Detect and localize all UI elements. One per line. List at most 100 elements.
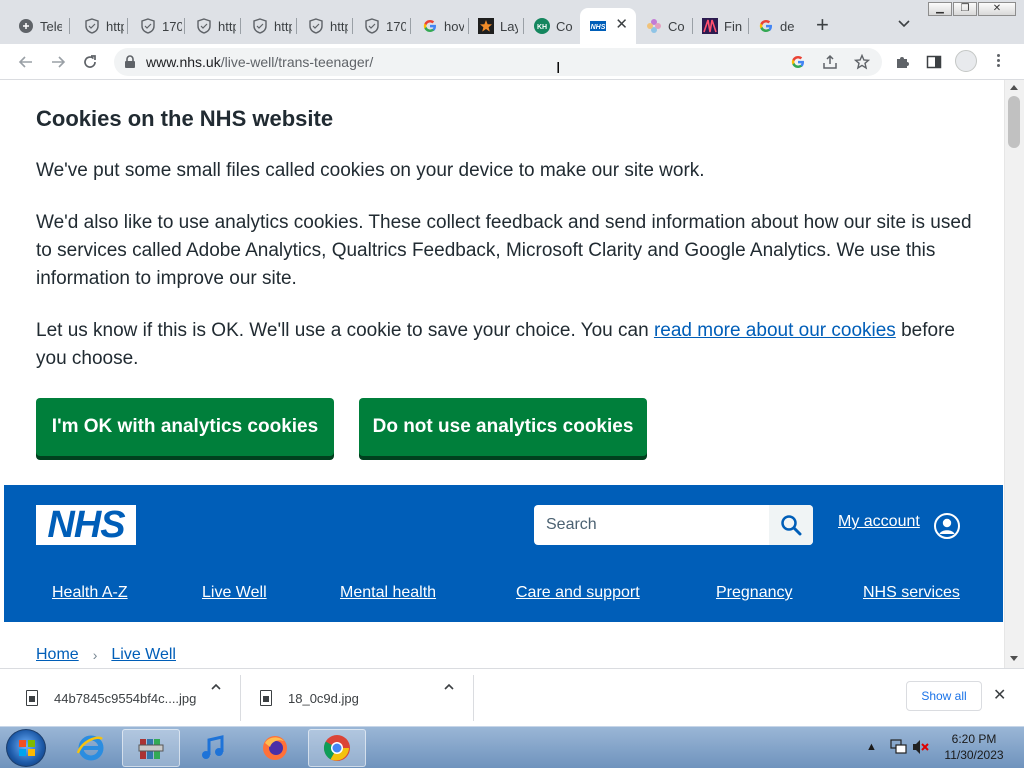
web-icon	[18, 18, 34, 34]
tab-14[interactable]: de	[748, 12, 802, 40]
tab-title: http	[330, 18, 348, 34]
start-button[interactable]	[6, 729, 46, 767]
search-button[interactable]	[769, 505, 813, 545]
download-separator	[473, 675, 474, 721]
network-icon[interactable]	[890, 739, 908, 755]
nhs-logo[interactable]: NHS	[36, 505, 136, 545]
taskbar-clock[interactable]: 6:20 PM 11/30/2023	[934, 731, 1014, 763]
tab-separator	[352, 18, 353, 34]
shield-icon	[196, 18, 212, 34]
new-tab-button[interactable]: +	[816, 14, 829, 36]
tab-title: Lay	[500, 18, 518, 34]
google-lens-icon[interactable]	[790, 54, 806, 70]
shield-icon	[252, 18, 268, 34]
tab-title: http	[274, 18, 292, 34]
internet-explorer-taskbar-button[interactable]	[62, 729, 120, 767]
archive-app-taskbar-button[interactable]	[122, 729, 180, 767]
tab-4[interactable]: http	[186, 12, 238, 40]
scroll-down-icon[interactable]	[1010, 656, 1018, 661]
tab-title: Tele	[40, 18, 62, 34]
tab-5[interactable]: http	[242, 12, 294, 40]
shield-icon	[140, 18, 156, 34]
music-app-taskbar-button[interactable]	[184, 729, 242, 767]
profile-avatar[interactable]	[955, 50, 977, 72]
tab-12[interactable]: Co	[636, 12, 690, 40]
chevron-up-icon[interactable]	[210, 681, 222, 696]
shield-icon	[364, 18, 380, 34]
side-panel-icon[interactable]	[926, 54, 942, 70]
tab-1[interactable]: Tele	[8, 12, 66, 40]
chevron-up-icon[interactable]	[443, 681, 455, 696]
tab-2[interactable]: http	[74, 12, 126, 40]
firefox-icon	[263, 736, 287, 760]
tab-title: http	[106, 18, 124, 34]
cookie-text-before: Let us know if this is OK. We'll use a c…	[36, 320, 654, 341]
image-file-icon	[260, 690, 272, 706]
tab-separator	[69, 18, 70, 34]
maximize-button[interactable]: ❐	[953, 2, 977, 16]
nav-pregnancy[interactable]: Pregnancy	[716, 584, 793, 602]
accept-analytics-cookies-button[interactable]: I'm OK with analytics cookies	[36, 398, 334, 456]
nav-mental-health[interactable]: Mental health	[340, 584, 436, 602]
page-scrollbar[interactable]	[1004, 80, 1024, 668]
my-account-link[interactable]: My account	[838, 513, 920, 531]
windows-logo-icon	[19, 740, 35, 756]
download-separator	[240, 675, 241, 721]
breadcrumb-live-well[interactable]: Live Well	[111, 646, 176, 664]
nav-care-and-support[interactable]: Care and support	[516, 584, 640, 602]
download-item-2[interactable]: 18_0c9d.jpg	[260, 679, 359, 717]
tab-8[interactable]: hov	[412, 12, 466, 40]
clock-date: 11/30/2023	[944, 748, 1004, 762]
lock-icon[interactable]	[124, 55, 136, 74]
account-user-icon[interactable]	[934, 513, 960, 539]
share-icon[interactable]	[822, 54, 838, 70]
reject-analytics-cookies-button[interactable]: Do not use analytics cookies	[359, 398, 647, 456]
url-path: /live-well/trans-teenager/	[220, 54, 374, 70]
search-input[interactable]	[534, 505, 770, 545]
close-tab-icon[interactable]: ✕	[615, 17, 628, 33]
tab-7[interactable]: 170	[354, 12, 406, 40]
show-hidden-icons-icon[interactable]: ▲	[866, 741, 877, 753]
tab-3[interactable]: 170	[130, 12, 182, 40]
forward-icon[interactable]	[48, 52, 68, 72]
browser-toolbar: www.nhs.uk/live-well/trans-teenager/	[0, 44, 1024, 80]
taskbar: ▲ 6:20 PM 11/30/2023	[0, 726, 1024, 768]
tab-10[interactable]: KH Co	[524, 12, 578, 40]
volume-muted-icon[interactable]	[912, 739, 930, 755]
shield-icon	[84, 18, 100, 34]
download-item-1[interactable]: 44b7845c9554bf4c....jpg	[26, 679, 196, 717]
show-all-downloads-button[interactable]: Show all	[906, 681, 982, 711]
chrome-icon	[323, 735, 350, 761]
tab-13[interactable]: Fin	[692, 12, 746, 40]
cookie-paragraph-1: We've put some small files called cookie…	[36, 160, 705, 181]
address-bar[interactable]: www.nhs.uk/live-well/trans-teenager/	[114, 48, 882, 76]
nhs-header: NHS My account Health A-Z Live Well Ment…	[4, 485, 1003, 622]
google-icon	[422, 18, 438, 34]
tab-title: http	[218, 18, 236, 34]
tab-title: 170	[162, 18, 182, 34]
chrome-taskbar-button[interactable]	[308, 729, 366, 767]
breadcrumb-home[interactable]: Home	[36, 646, 79, 664]
firefox-taskbar-button[interactable]	[246, 729, 304, 767]
scrollbar-thumb[interactable]	[1008, 96, 1020, 148]
back-icon[interactable]	[16, 52, 36, 72]
nav-nhs-services[interactable]: NHS services	[863, 584, 960, 602]
tab-6[interactable]: http	[298, 12, 350, 40]
internet-explorer-icon	[76, 735, 104, 761]
nav-live-well[interactable]: Live Well	[202, 584, 267, 602]
minimize-button[interactable]: ▁	[928, 2, 952, 16]
chevron-right-icon: ›	[92, 647, 98, 663]
music-note-icon	[202, 735, 224, 759]
reload-icon[interactable]	[80, 52, 100, 72]
scroll-up-icon[interactable]	[1010, 85, 1018, 90]
close-window-button[interactable]: ✕	[978, 2, 1016, 16]
tab-active-nhs[interactable]: NHS ✕	[580, 8, 636, 44]
tab-9[interactable]: Lay	[468, 12, 522, 40]
nav-health-a-z[interactable]: Health A-Z	[52, 584, 128, 602]
menu-kebab-icon[interactable]	[990, 52, 1006, 72]
close-shelf-icon[interactable]: ✕	[993, 685, 1006, 705]
bookmark-star-icon[interactable]	[854, 54, 870, 70]
extensions-puzzle-icon[interactable]	[894, 54, 910, 70]
tab-search-chevron-icon[interactable]	[896, 15, 912, 31]
read-more-cookies-link[interactable]: read more about our cookies	[654, 320, 896, 341]
